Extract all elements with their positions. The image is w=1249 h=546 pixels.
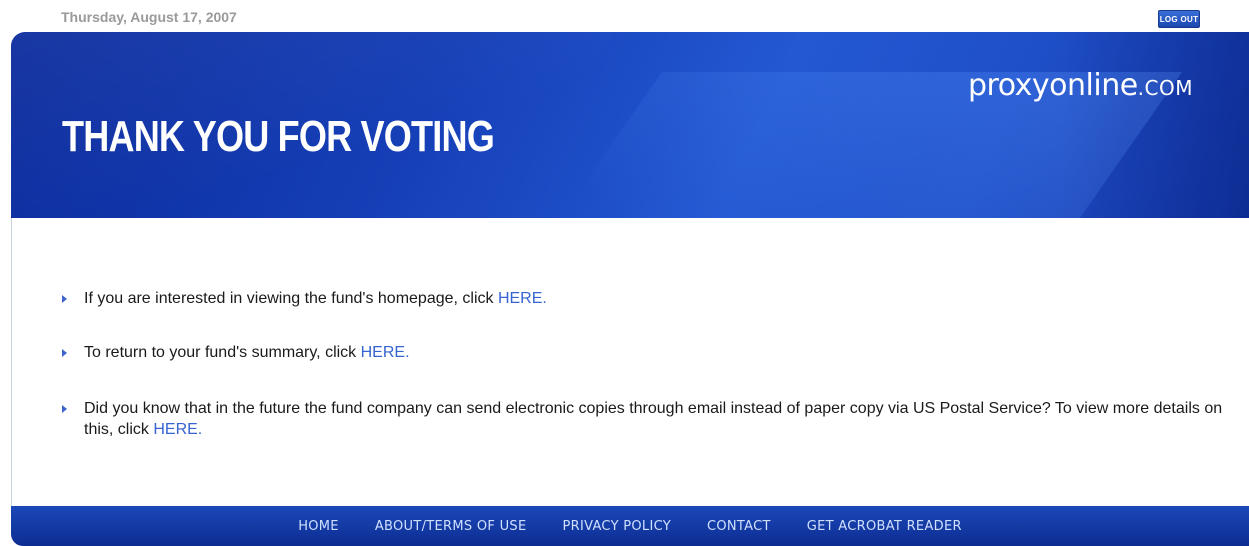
banner-shadow	[1061, 32, 1249, 218]
brand-logo: proxyonline.COM	[968, 68, 1193, 103]
homepage-link[interactable]: HERE	[498, 290, 542, 307]
list-item-text: Did you know that in the future the fund…	[84, 398, 1232, 440]
brand-name: proxyonline	[968, 68, 1138, 103]
footer-link-contact[interactable]: CONTACT	[707, 519, 771, 534]
item-suffix: .	[405, 344, 410, 361]
bullet-arrow-icon	[62, 295, 67, 303]
list-item-text: If you are interested in viewing the fun…	[84, 288, 1232, 309]
item-text: Did you know that in the future the fund…	[84, 400, 1223, 438]
list-item: To return to your fund's summary, click …	[62, 342, 1232, 363]
footer-link-about[interactable]: ABOUT/TERMS OF USE	[375, 519, 527, 534]
item-text: To return to your fund's summary, click	[84, 344, 361, 361]
logout-button[interactable]: LOG OUT	[1158, 10, 1200, 28]
list-item: If you are interested in viewing the fun…	[62, 288, 1232, 309]
list-item-text: To return to your fund's summary, click …	[84, 342, 1232, 363]
current-date: Thursday, August 17, 2007	[61, 9, 237, 25]
brand-suffix: .COM	[1137, 76, 1193, 100]
bullet-arrow-icon	[62, 349, 67, 357]
footer-link-acrobat[interactable]: GET ACROBAT READER	[807, 519, 962, 534]
item-text: If you are interested in viewing the fun…	[84, 290, 498, 307]
list-item: Did you know that in the future the fund…	[62, 398, 1232, 440]
main-content: If you are interested in viewing the fun…	[11, 218, 1249, 506]
page-title: THANK YOU FOR VOTING	[62, 112, 495, 161]
item-suffix: .	[197, 421, 203, 438]
header-banner: proxyonline.COM THANK YOU FOR VOTING	[11, 32, 1249, 218]
footer-nav: HOME ABOUT/TERMS OF USE PRIVACY POLICY C…	[11, 506, 1249, 546]
edelivery-details-link[interactable]: HERE	[153, 421, 197, 438]
fund-summary-link[interactable]: HERE	[361, 344, 405, 361]
footer-link-privacy[interactable]: PRIVACY POLICY	[563, 519, 672, 534]
footer-link-home[interactable]: HOME	[298, 519, 339, 534]
bullet-arrow-icon	[62, 405, 67, 413]
item-suffix: .	[542, 290, 547, 307]
